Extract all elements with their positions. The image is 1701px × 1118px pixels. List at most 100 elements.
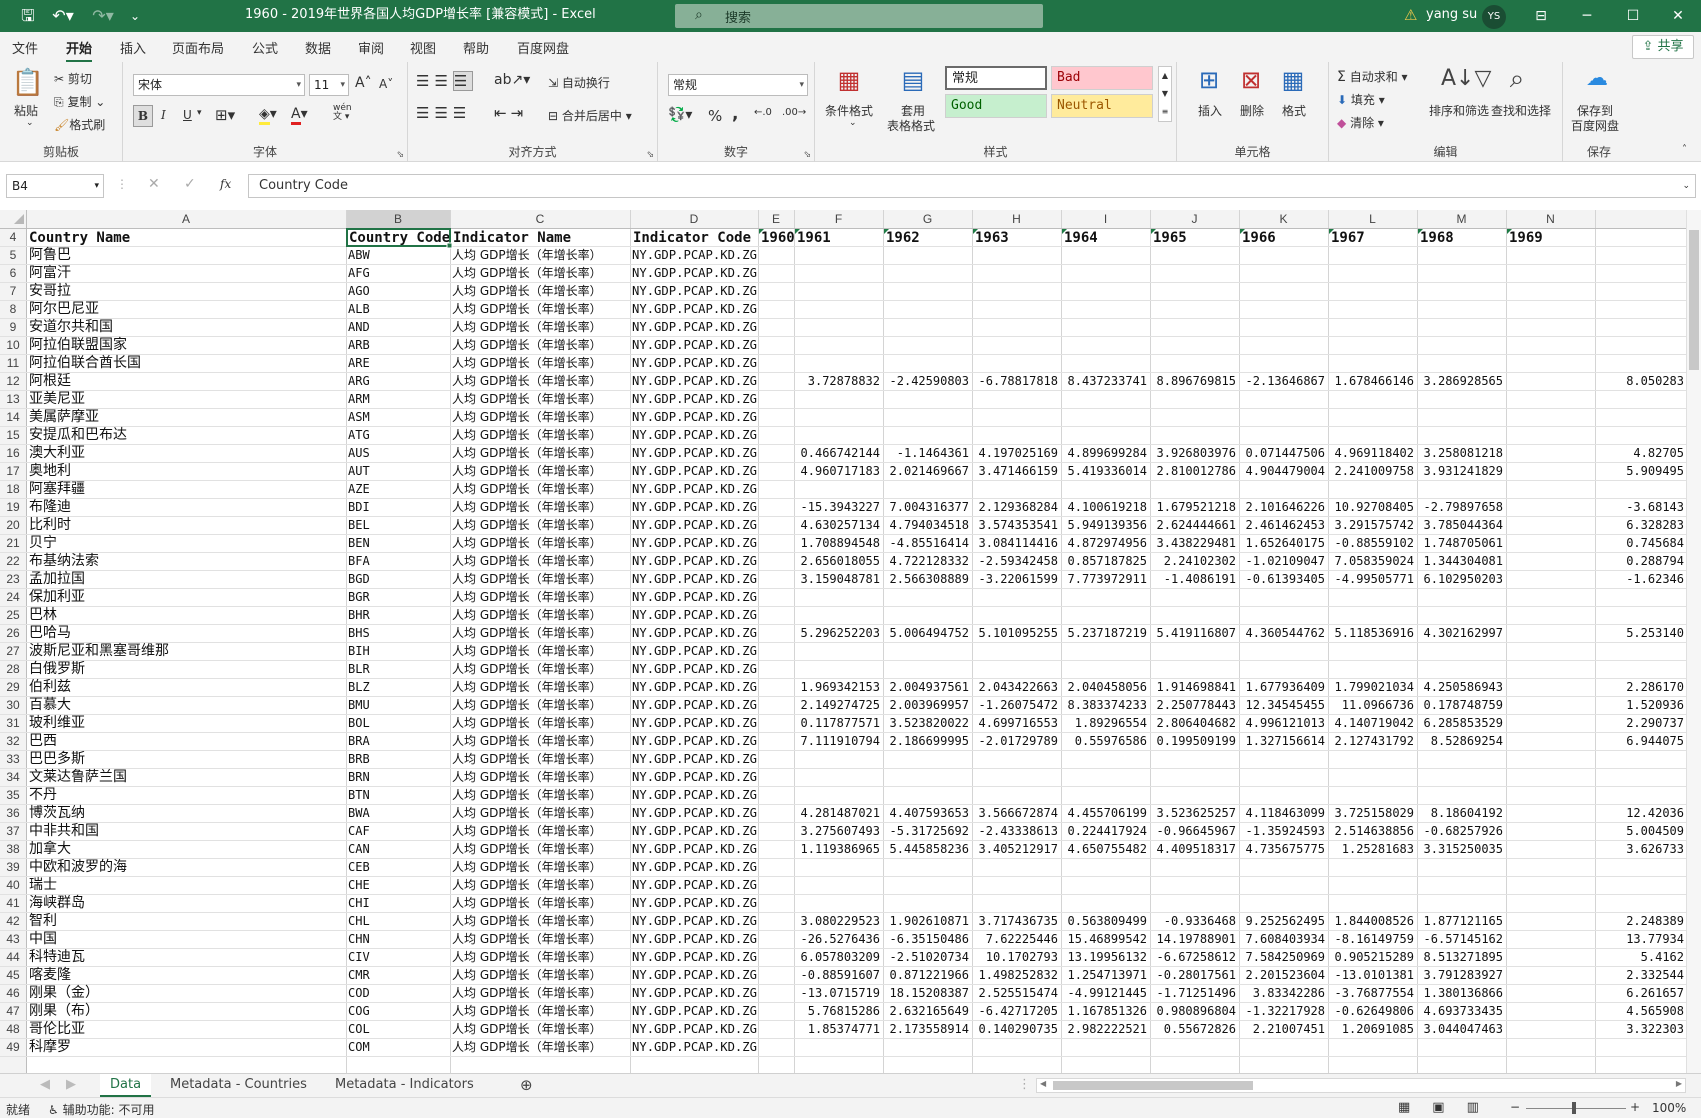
undo-icon[interactable]: ↶▾ [46,0,80,32]
paste-label[interactable]: 粘贴 [14,102,38,119]
cell[interactable]: AND [348,320,370,334]
cell[interactable]: ARE [348,356,370,370]
cell[interactable]: 1.20691085 [1342,1022,1414,1036]
row-header[interactable]: 44 [6,950,20,964]
cell[interactable]: 1962 [886,230,920,246]
accessibility-status[interactable]: ♿ 辅助功能: 不可用 [48,1101,154,1118]
cell[interactable]: -15.3943227 [801,500,880,514]
cell[interactable]: 2.173558914 [890,1022,969,1036]
cell[interactable]: 人均 GDP增长（年增长率） [452,1003,602,1018]
cell[interactable]: ASM [348,410,370,424]
italic-button[interactable]: I [161,108,166,122]
cell[interactable]: 人均 GDP增长（年增长率） [452,283,602,298]
cell[interactable]: 4.250586943 [1424,680,1503,694]
delete-cells-icon[interactable]: ⊠ [1233,66,1269,94]
cell[interactable]: -6.78817818 [979,374,1058,388]
cell[interactable]: -6.35150486 [890,932,969,946]
cell[interactable]: 3.926803976 [1157,446,1236,460]
cell[interactable]: -0.61393405 [1246,572,1325,586]
cell[interactable]: BGD [348,572,370,586]
cell[interactable]: 哥伦比亚 [29,1021,85,1037]
cell[interactable]: -1.1464361 [897,446,969,460]
cell[interactable]: 4.630257134 [801,518,880,532]
cell[interactable]: 人均 GDP增长（年增长率） [452,607,602,622]
cell[interactable]: -2.43338613 [979,824,1058,838]
row-header[interactable]: 22 [6,554,20,568]
row-header[interactable]: 32 [6,734,20,748]
cell[interactable]: Indicator Code [633,230,751,246]
cell[interactable]: 中国 [29,931,57,947]
row-header[interactable]: 34 [6,770,20,784]
cell[interactable]: 安哥拉 [29,283,71,299]
cell[interactable]: 巴巴多斯 [29,750,85,767]
cell[interactable]: 瑞士 [29,877,57,893]
column-header[interactable]: M [1457,212,1467,226]
row-header[interactable]: 26 [6,626,20,640]
cell[interactable]: 人均 GDP增长（年增长率） [452,355,602,370]
row-header[interactable]: 23 [6,572,20,586]
cell[interactable]: 阿根廷 [29,373,71,389]
cell[interactable]: 人均 GDP增长（年增长率） [452,517,602,532]
cell[interactable]: Indicator Name [453,230,571,246]
indent-icons[interactable]: ⇤⇥ [494,104,527,122]
add-sheet-icon[interactable]: ⊕ [520,1074,533,1097]
cell[interactable]: -1.02109047 [1246,554,1325,568]
cell[interactable]: 人均 GDP增长（年增长率） [452,319,602,334]
cell[interactable]: 人均 GDP增长（年增长率） [452,787,602,802]
cell[interactable]: NY.GDP.PCAP.KD.ZG [632,608,757,622]
cell[interactable]: 0.071447506 [1246,446,1325,460]
cell[interactable]: 10.1702793 [986,950,1058,964]
dialog-launcher-icon[interactable]: ⬂ [396,150,404,160]
cell[interactable]: 人均 GDP增长（年增长率） [452,661,602,676]
cell[interactable]: BEL [348,518,370,532]
cell[interactable]: 1968 [1420,230,1454,246]
cell[interactable]: NY.GDP.PCAP.KD.ZG [632,914,757,928]
cell[interactable]: -1.32217928 [1246,1004,1325,1018]
cell[interactable]: 3.785044364 [1424,518,1503,532]
cell[interactable]: NY.GDP.PCAP.KD.ZG [632,554,757,568]
cell[interactable]: CHN [348,932,370,946]
cell[interactable]: 1.380136866 [1424,986,1503,1000]
row-header[interactable]: 25 [6,608,20,622]
sort-filter-icon[interactable]: A↓▽ [1441,66,1491,91]
zoom-slider-handle[interactable] [1572,1102,1576,1114]
cell[interactable]: 3.471466159 [979,464,1058,478]
cell[interactable]: 1.327156614 [1246,734,1325,748]
cell[interactable]: BTN [348,788,370,802]
zoom-slider[interactable] [1526,1108,1626,1109]
cell[interactable]: NY.GDP.PCAP.KD.ZG [632,752,757,766]
cloud-icon[interactable]: ☁ [1579,66,1615,91]
cell[interactable]: 人均 GDP增长（年增长率） [452,877,602,892]
vertical-align-icons[interactable]: ☰☰☰ [416,71,474,91]
cell[interactable]: 3.286928565 [1424,374,1503,388]
tab-page-layout[interactable]: 页面布局 [172,38,224,57]
cell[interactable]: 7.608403934 [1246,932,1325,946]
cell[interactable]: 人均 GDP增长（年增长率） [452,301,602,316]
cell[interactable]: 贝宁 [29,534,57,551]
cell[interactable]: ARM [348,392,370,406]
cell[interactable]: BDI [348,500,370,514]
cell[interactable]: 人均 GDP增长（年增长率） [452,805,602,820]
row-header[interactable]: 35 [6,788,20,802]
cell[interactable]: NY.GDP.PCAP.KD.ZG [632,356,757,370]
cell[interactable]: BRB [348,752,370,766]
tab-review[interactable]: 审阅 [358,38,384,57]
cell[interactable]: BWA [348,806,370,820]
cell[interactable]: 3.72878832 [808,374,880,388]
conditional-format-label[interactable]: 条件格式 [825,102,873,119]
cell[interactable]: 4.407593653 [890,806,969,820]
cell[interactable]: NY.GDP.PCAP.KD.ZG [632,536,757,550]
cell[interactable]: 伯利兹 [29,679,71,695]
cell[interactable]: NY.GDP.PCAP.KD.ZG [632,1004,757,1018]
cell[interactable]: 4.82705 [1633,446,1684,460]
row-header[interactable]: 8 [10,302,17,316]
dialog-launcher-icon[interactable]: ⬂ [803,150,811,160]
column-header[interactable]: G [923,212,932,226]
cell[interactable]: 0.905215289 [1335,950,1414,964]
cell[interactable]: NY.GDP.PCAP.KD.ZG [632,590,757,604]
cell[interactable]: NY.GDP.PCAP.KD.ZG [632,410,757,424]
row-header[interactable]: 19 [6,500,20,514]
comma-icon[interactable]: , [732,104,738,124]
cell[interactable]: 0.199509199 [1157,734,1236,748]
column-header[interactable]: C [536,212,545,226]
